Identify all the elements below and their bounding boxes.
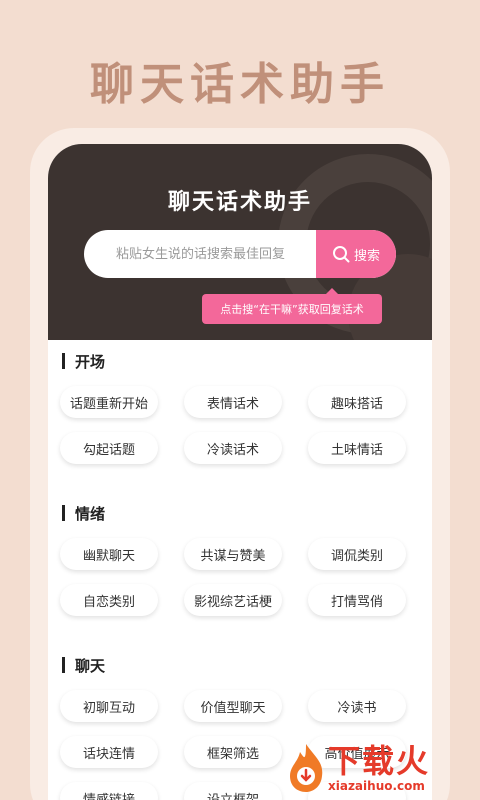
section-emotion: 情绪 幽默聊天 共谋与赞美 调侃类别 自恋类别 影视综艺话梗 打情骂俏 <box>48 502 432 644</box>
chip[interactable]: 冷读话术 <box>184 432 282 464</box>
search-button[interactable]: 搜索 <box>316 230 396 278</box>
chip[interactable]: 勾起话题 <box>60 432 158 464</box>
search-button-label: 搜索 <box>353 248 380 264</box>
promo-title: 聊天话术助手 <box>90 59 390 110</box>
section-opening: 开场 话题重新开始 表情话术 趣味搭话 勾起话题 冷读话术 土味情话 <box>48 350 432 492</box>
flame-logo-icon <box>286 742 326 794</box>
section-title: 聊天 <box>62 654 432 676</box>
section-title-text: 聊天 <box>75 656 106 675</box>
watermark-text: 下载火 xiazaihuo.com <box>328 743 430 793</box>
section-bar <box>62 657 65 673</box>
chip[interactable]: 趣味搭话 <box>308 386 406 418</box>
section-bar <box>62 353 65 369</box>
chip[interactable]: 价值型聊天 <box>184 690 282 722</box>
search-bar: 搜索 <box>84 230 396 278</box>
watermark-sub: xiazaihuo.com <box>328 779 425 793</box>
chip[interactable]: 初聊互动 <box>60 690 158 722</box>
chip[interactable]: 打情骂俏 <box>308 584 406 616</box>
search-hint-tooltip[interactable]: 点击搜“在干嘛”获取回复话术 <box>202 288 382 324</box>
search-icon <box>332 246 350 263</box>
section-title: 情绪 <box>62 502 432 524</box>
chip[interactable]: 设立框架 <box>184 782 282 800</box>
chip-grid: 幽默聊天 共谋与赞美 调侃类别 自恋类别 影视综艺话梗 打情骂俏 <box>48 524 432 616</box>
chip[interactable]: 影视综艺话梗 <box>184 584 282 616</box>
app-header: 聊天话术助手 搜索 点击搜“在干嘛”获取回复话术 <box>48 144 432 340</box>
chip[interactable]: 共谋与赞美 <box>184 538 282 570</box>
watermark: 下载火 xiazaihuo.com <box>286 736 480 800</box>
chip[interactable]: 话题重新开始 <box>60 386 158 418</box>
chip[interactable]: 调侃类别 <box>308 538 406 570</box>
watermark-main: 下载火 <box>328 742 431 780</box>
chip[interactable]: 表情话术 <box>184 386 282 418</box>
section-title-text: 情绪 <box>75 504 106 523</box>
chip-grid: 话题重新开始 表情话术 趣味搭话 勾起话题 冷读话术 土味情话 <box>48 372 432 464</box>
section-bar <box>62 505 65 521</box>
chip[interactable]: 框架筛选 <box>184 736 282 768</box>
section-title: 开场 <box>62 350 432 372</box>
section-title-text: 开场 <box>75 352 106 371</box>
chip[interactable]: 冷读书 <box>308 690 406 722</box>
chip[interactable]: 幽默聊天 <box>60 538 158 570</box>
chip[interactable]: 情感链接 <box>60 782 158 800</box>
chip[interactable]: 土味情话 <box>308 432 406 464</box>
chip[interactable]: 话块连情 <box>60 736 158 768</box>
chip[interactable]: 自恋类别 <box>60 584 158 616</box>
search-input[interactable] <box>84 230 316 278</box>
app-screen: 聊天话术助手 搜索 点击搜“在干嘛”获取回复话术 开场 话题重新开始 表情话术 … <box>48 144 432 800</box>
app-title: 聊天话术助手 <box>167 189 312 215</box>
